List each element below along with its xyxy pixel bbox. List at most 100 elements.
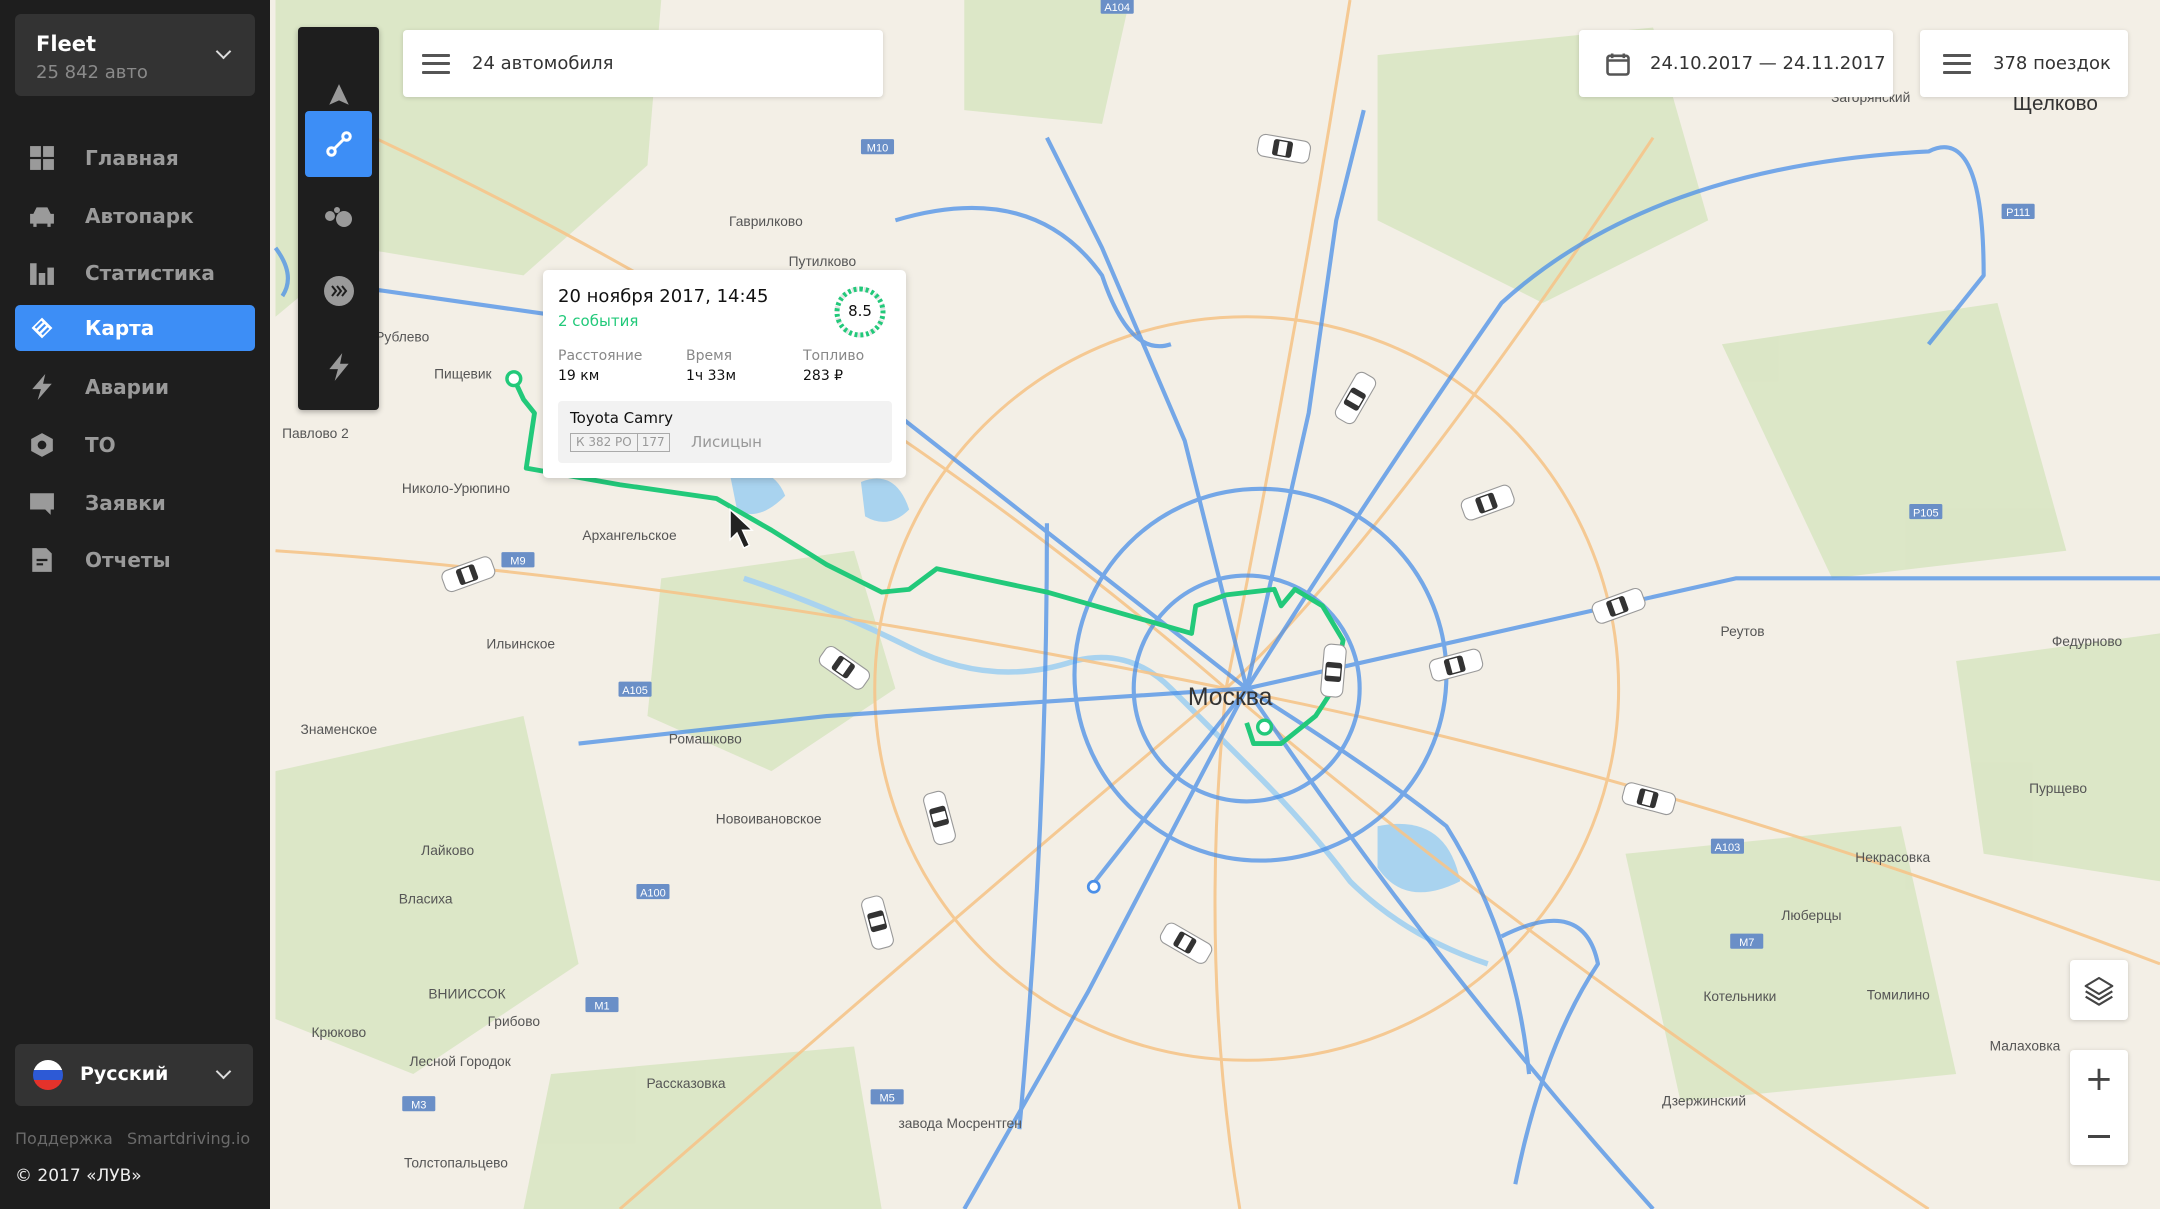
- map-place-label: Москва: [1188, 684, 1273, 711]
- zoom-out-button[interactable]: [2070, 1108, 2128, 1165]
- map-place-label: Дзержинский: [1662, 1094, 1746, 1109]
- site-link[interactable]: Smartdriving.io: [127, 1129, 250, 1148]
- sidebar-item-6[interactable]: Заявки: [15, 480, 255, 526]
- stat-label: Время: [686, 348, 733, 364]
- minus-icon: [2088, 1135, 2110, 1138]
- map-icon: [29, 315, 55, 341]
- stat-label: Топливо: [803, 348, 865, 364]
- trips-count: 378 поездок: [1993, 53, 2111, 74]
- copyright: © 2017 «ЛУВ»: [15, 1166, 142, 1186]
- support-link[interactable]: Поддержка: [15, 1129, 113, 1148]
- clusters-tool[interactable]: [305, 185, 372, 251]
- trip-datetime: 20 ноября 2017, 14:45: [558, 286, 769, 307]
- vehicle-count: 25 842 авто: [36, 62, 148, 83]
- map-place-label: ВНИИССОК: [428, 986, 505, 1001]
- sidebar-item-5[interactable]: ТО: [15, 422, 255, 468]
- sidebar-item-label: Автопарк: [85, 204, 194, 228]
- sidebar-item-label: Заявки: [85, 491, 166, 515]
- speed-icon: [323, 276, 354, 306]
- sidebar-item-3[interactable]: Карта: [15, 305, 255, 351]
- map-place-label: Гаврилково: [729, 214, 803, 229]
- trip-events[interactable]: 2 события: [558, 312, 638, 330]
- map-place-label: Пищевик: [434, 367, 492, 382]
- map-place-label: Некрасовка: [1855, 850, 1930, 865]
- speed-tool[interactable]: [305, 258, 372, 324]
- sidebar-item-1[interactable]: Автопарк: [15, 193, 255, 239]
- car-icon: [29, 203, 55, 229]
- russia-flag-icon: [33, 1060, 63, 1090]
- sidebar: Fleet 25 842 авто Главная Автопарк Статист…: [0, 0, 270, 1209]
- sidebar-item-7[interactable]: Отчеты: [15, 537, 255, 583]
- map-place-label: Путилково: [789, 254, 857, 269]
- chevron-down-icon: [215, 1063, 232, 1080]
- message-icon: [29, 490, 55, 516]
- sidebar-item-2[interactable]: Статистика: [15, 250, 255, 296]
- vehicles-filter[interactable]: 24 автомобиля: [403, 30, 883, 97]
- stat-value: 19 км: [558, 368, 600, 384]
- svg-text:A100: A100: [640, 887, 666, 899]
- map-place-label: Павлово 2: [282, 426, 349, 441]
- map-place-label: Ильинское: [486, 637, 555, 652]
- road-badge: M9: [501, 552, 535, 568]
- vehicles-filter-label: 24 автомобиля: [472, 53, 614, 74]
- trip-popup[interactable]: 20 ноября 2017, 14:45 2 события 8.5 Расс…: [543, 270, 906, 478]
- svg-text:M3: M3: [411, 1099, 426, 1111]
- calendar-icon: [1606, 53, 1630, 76]
- road-badge: A104: [1100, 0, 1134, 14]
- map-place-label: Рассказовка: [646, 1076, 725, 1091]
- map-toolbar: [298, 27, 379, 410]
- lightning-icon: [328, 353, 349, 381]
- sidebar-item-label: Аварии: [85, 375, 169, 399]
- vehicle-info[interactable]: Toyota Camry К 382 РО 177 Лисицын: [558, 401, 892, 463]
- clusters-icon: [324, 207, 352, 227]
- sidebar-item-0[interactable]: Главная: [15, 135, 255, 181]
- map-place-label: Котельники: [1703, 989, 1776, 1004]
- zoom-in-button[interactable]: +: [2070, 1050, 2128, 1107]
- driver-name: Лисицын: [691, 433, 762, 451]
- route-tool[interactable]: [305, 111, 372, 177]
- language-label: Русский: [80, 1063, 169, 1085]
- map-place-label: Люберцы: [1781, 908, 1841, 923]
- svg-text:M9: M9: [510, 556, 525, 568]
- map-place-label: Власиха: [399, 891, 453, 906]
- plate-region: 177: [641, 435, 665, 449]
- map-place-label: Николо-Урюпино: [402, 481, 510, 496]
- sidebar-item-label: Отчеты: [85, 548, 171, 572]
- map-place-label: Толстопальцево: [404, 1156, 508, 1171]
- bar-chart-icon: [29, 260, 55, 286]
- trips-list-button[interactable]: 378 поездок: [1920, 30, 2128, 97]
- vehicle-marker[interactable]: [1320, 643, 1347, 698]
- svg-text:M1: M1: [594, 1000, 609, 1012]
- sidebar-item-label: Статистика: [85, 261, 215, 285]
- road-badge: P111: [2001, 203, 2035, 219]
- map-place-label: Крюково: [312, 1025, 367, 1040]
- layers-button[interactable]: [2070, 960, 2128, 1020]
- zoom-controls: +: [2070, 1050, 2128, 1165]
- map-place-label: Малаховка: [1990, 1039, 2061, 1054]
- road-badge: M1: [585, 996, 619, 1012]
- events-tool[interactable]: [305, 334, 372, 400]
- fleet-selector[interactable]: Fleet 25 842 авто: [15, 14, 255, 96]
- map-place-label: Томилино: [1867, 988, 1930, 1003]
- svg-text:A103: A103: [1715, 842, 1741, 854]
- map-place-label: Грибово: [488, 1014, 541, 1029]
- language-selector[interactable]: Русский: [15, 1044, 253, 1106]
- lightning-icon: [29, 374, 55, 400]
- menu-icon: [1943, 53, 1971, 74]
- trip-score: 8.5: [848, 302, 872, 320]
- stat-value: 1ч 33м: [686, 368, 737, 384]
- chevron-down-icon: [215, 43, 232, 60]
- sidebar-item-label: Главная: [85, 146, 179, 170]
- road-badge: A100: [636, 884, 670, 899]
- hex-nut-icon: [29, 432, 55, 458]
- road-badge: M5: [870, 1089, 904, 1105]
- layers-icon: [2084, 976, 2114, 1006]
- map-place-label: завода Мосрентген: [898, 1116, 1021, 1131]
- date-range-picker[interactable]: 24.10.2017 — 24.11.2017: [1579, 30, 1893, 97]
- navigation-icon: [328, 84, 349, 105]
- dashboard-icon: [29, 145, 55, 171]
- map-place-label: Знаменское: [301, 722, 378, 737]
- road-badge: A105: [618, 681, 652, 697]
- sidebar-item-4[interactable]: Аварии: [15, 364, 255, 410]
- svg-text:P105: P105: [1913, 507, 1939, 519]
